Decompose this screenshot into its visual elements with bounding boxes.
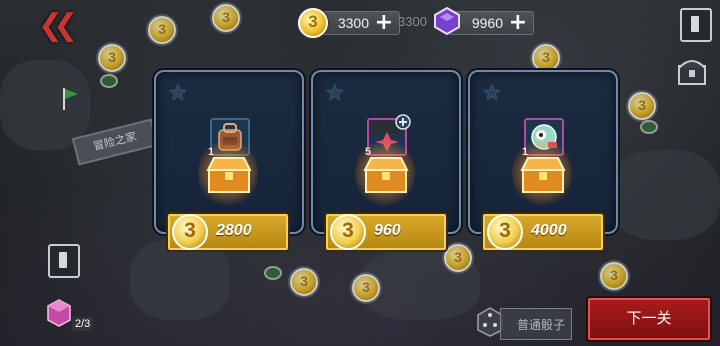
map-coin-icon [352,274,380,302]
dice-icon [47,299,71,327]
map-coin-icon [148,16,176,44]
buy-button-2[interactable]: 960 [326,214,446,250]
coin-amount: 3300 [337,15,369,31]
shop-card-1: ★ 1 [154,70,304,234]
menu-button[interactable] [680,8,712,42]
chest-icon [520,157,566,193]
map-rock [610,150,720,240]
shop-card-3: ★ 1 [468,70,618,234]
map-rock [130,240,230,320]
map-coin-icon [212,4,240,32]
star-icon: ★ [325,80,345,105]
coin-icon [298,8,328,38]
back-button[interactable]: ❮❮ [38,8,78,43]
card-button[interactable] [48,244,80,278]
coin-amount-ghost: 3300 [398,14,427,29]
coin-icon [487,214,523,250]
coin-icon [330,214,366,250]
map-node [640,120,658,134]
price-label: 960 [374,222,401,239]
add-gems-button[interactable]: + [509,12,527,34]
flag-icon [63,88,78,110]
map-coin-icon [532,44,560,72]
map-coin-icon [98,44,126,72]
normal-dice-button[interactable]: 普通骰子 [500,308,572,340]
chest-icon [363,157,409,193]
gem-amount: 9960 [471,15,503,31]
gem-icon [434,6,460,36]
map-coin-icon [628,92,656,120]
price-label: 2800 [216,222,252,239]
dice-counter: 2/3 [72,317,94,331]
price-label: 4000 [531,222,567,239]
treasure-chest-icon[interactable] [676,54,708,88]
star-icon: ★ [482,80,502,105]
buy-button-1[interactable]: 2800 [168,214,288,250]
map-coin-icon [600,262,628,290]
map-node [264,266,282,280]
coin-icon [172,214,208,250]
shop-card-2: ★ 5 [311,70,461,234]
buy-button-3[interactable]: 4000 [483,214,603,250]
map-node [100,74,118,88]
add-coins-button[interactable]: + [375,12,393,34]
map-coin-icon [290,268,318,296]
chest-icon [206,157,252,193]
map-coin-icon [444,244,472,272]
medic-plus-icon [395,114,411,130]
game-screen: 冒险之家 ❮❮ 3300 + 3300 9960 + ★ 1 [0,0,720,346]
star-icon: ★ [168,80,188,105]
double-chevron-left-icon: ❮❮ [38,8,78,43]
next-level-button[interactable]: 下一关 [588,298,710,340]
